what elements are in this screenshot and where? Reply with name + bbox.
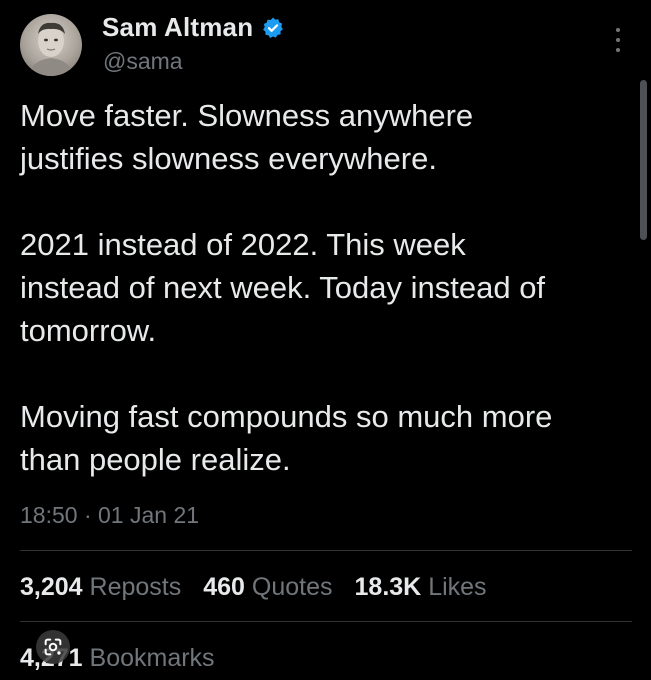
avatar[interactable] [20, 14, 82, 76]
tweet-time[interactable]: 18:50 [20, 502, 78, 528]
likes-label: Likes [428, 573, 487, 601]
tweet-paragraph: Move faster. Slowness anywhere justifies… [20, 98, 474, 176]
quotes-count: 460 [203, 573, 245, 601]
reposts-label: Reposts [89, 573, 182, 601]
timestamp-separator: · [83, 502, 92, 528]
google-lens-icon[interactable] [36, 630, 70, 664]
lens-glyph [44, 638, 62, 656]
divider [20, 621, 632, 622]
quotes-stat[interactable]: 460 Quotes [203, 573, 332, 602]
tweet-detail: Sam Altman @sama Move faster. Slowness a… [0, 0, 651, 680]
scrollbar[interactable] [640, 80, 647, 240]
reposts-count: 3,204 [20, 573, 83, 601]
tweet-text: Move faster. Slowness anywhere justifies… [20, 94, 620, 481]
likes-stat[interactable]: 18.3K Likes [355, 573, 487, 602]
tweet-paragraph: Moving fast compounds so much more than … [20, 399, 553, 477]
author-name-row[interactable]: Sam Altman [102, 12, 285, 43]
tweet-timestamp[interactable]: 18:50 · 01 Jan 21 [20, 502, 199, 529]
divider [20, 550, 632, 551]
author-display-name[interactable]: Sam Altman [102, 12, 253, 43]
bookmarks-label: Bookmarks [89, 644, 215, 672]
tweet-paragraph: 2021 instead of 2022. This week instead … [20, 227, 546, 348]
likes-count: 18.3K [354, 573, 422, 601]
reposts-stat[interactable]: 3,204 Reposts [20, 573, 181, 602]
more-options-icon[interactable] [612, 28, 624, 52]
verified-badge-icon [263, 17, 284, 38]
tweet-date[interactable]: 01 Jan 21 [98, 502, 199, 528]
avatar-photo [28, 22, 74, 76]
author-handle[interactable]: @sama [103, 48, 183, 75]
quotes-label: Quotes [251, 573, 333, 601]
engagement-stats: 3,204 Reposts 460 Quotes 18.3K Likes [20, 573, 487, 602]
